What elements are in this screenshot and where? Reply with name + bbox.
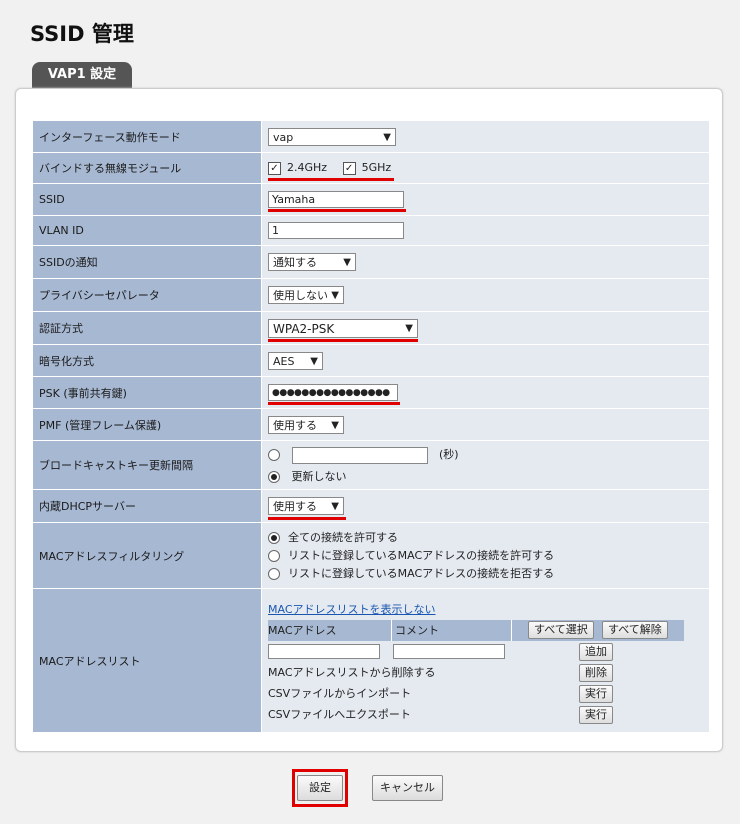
save-button[interactable]: 設定 bbox=[297, 775, 343, 801]
csv-import-label: CSVファイルからインポート bbox=[268, 687, 412, 700]
interface-mode-value: vap bbox=[273, 130, 294, 144]
broadcast-key-interval-radio[interactable] bbox=[268, 449, 280, 462]
broadcast-key-no-update-label: 更新しない bbox=[291, 469, 347, 483]
auth-method-label: 認証方式 bbox=[32, 311, 262, 345]
chevron-down-icon: ▼ bbox=[310, 355, 318, 367]
chevron-down-icon: ▼ bbox=[383, 131, 391, 143]
settings-table: インターフェース動作モード vap ▼ バインドする無線モジュール ✓ 2.4GH… bbox=[32, 120, 710, 733]
encryption-select[interactable]: AES ▼ bbox=[268, 351, 323, 370]
radio-module-label: バインドする無線モジュール bbox=[32, 152, 262, 184]
mac-filter-allow-list-radio[interactable] bbox=[268, 549, 280, 562]
psk-label: PSK (事前共有鍵) bbox=[32, 376, 262, 409]
auth-method-value: WPA2-PSK bbox=[273, 321, 335, 336]
dhcp-select[interactable]: 使用する ▼ bbox=[268, 497, 344, 515]
label-2-4ghz: 2.4GHz bbox=[287, 161, 328, 175]
broadcast-key-no-update-radio[interactable] bbox=[268, 470, 280, 483]
new-mac-address-input[interactable] bbox=[268, 644, 380, 659]
chevron-down-icon: ▼ bbox=[343, 257, 351, 268]
broadcast-key-label: ブロードキャストキー更新間隔 bbox=[32, 440, 262, 490]
checkbox-2-4ghz[interactable]: ✓ bbox=[268, 161, 281, 175]
page-title: SSID 管理 bbox=[30, 22, 134, 46]
mac-filter-allow-all-radio[interactable] bbox=[268, 531, 280, 544]
dhcp-label: 内蔵DHCPサーバー bbox=[32, 489, 262, 523]
tab-vap1-settings[interactable]: VAP1 設定 bbox=[32, 62, 132, 88]
interface-mode-label: インターフェース動作モード bbox=[32, 120, 262, 153]
chevron-down-icon: ▼ bbox=[331, 290, 339, 301]
csv-export-button[interactable]: 実行 bbox=[579, 706, 613, 724]
mac-filter-label: MACアドレスフィルタリング bbox=[32, 522, 262, 589]
label-5ghz: 5GHz bbox=[361, 161, 392, 175]
mac-filter-deny-list-radio[interactable] bbox=[268, 567, 280, 580]
mac-list-col-mac: MACアドレス bbox=[268, 624, 337, 637]
highlight-underline bbox=[268, 178, 394, 181]
chevron-down-icon: ▼ bbox=[331, 419, 339, 431]
mac-list-col-comment: コメント bbox=[395, 624, 439, 637]
settings-panel: インターフェース動作モード vap ▼ バインドする無線モジュール ✓ 2.4GH… bbox=[15, 88, 723, 752]
highlight-underline bbox=[268, 339, 418, 342]
dhcp-value: 使用する bbox=[273, 500, 317, 513]
broadcast-key-unit: (秒) bbox=[439, 448, 459, 462]
pmf-select[interactable]: 使用する ▼ bbox=[268, 415, 344, 434]
highlight-underline bbox=[268, 402, 400, 405]
chevron-down-icon: ▼ bbox=[331, 501, 339, 512]
deselect-all-button[interactable]: すべて解除 bbox=[602, 621, 668, 639]
privacy-separator-select[interactable]: 使用しない ▼ bbox=[268, 286, 344, 304]
vlan-id-label: VLAN ID bbox=[32, 215, 262, 246]
mac-filter-allow-list-label: リストに登録しているMACアドレスの接続を許可する bbox=[288, 548, 555, 562]
column-divider bbox=[511, 620, 512, 641]
mac-filter-allow-all-label: 全ての接続を許可する bbox=[288, 530, 398, 544]
auth-method-select[interactable]: WPA2-PSK ▼ bbox=[268, 318, 418, 338]
pmf-value: 使用する bbox=[273, 418, 317, 432]
psk-input[interactable]: ●●●●●●●●●●●●●●●● bbox=[268, 384, 398, 401]
encryption-label: 暗号化方式 bbox=[32, 344, 262, 377]
pmf-label: PMF (管理フレーム保護) bbox=[32, 408, 262, 441]
encryption-value: AES bbox=[273, 354, 295, 368]
delete-button[interactable]: 削除 bbox=[579, 664, 613, 682]
select-all-button[interactable]: すべて選択 bbox=[528, 621, 594, 639]
privacy-separator-value: 使用しない bbox=[273, 289, 328, 302]
privacy-separator-label: プライバシーセパレータ bbox=[32, 278, 262, 312]
ssid-notify-value: 通知する bbox=[273, 256, 317, 269]
mac-list-label: MACアドレスリスト bbox=[32, 588, 262, 733]
csv-import-button[interactable]: 実行 bbox=[579, 685, 613, 703]
chevron-down-icon: ▼ bbox=[405, 322, 413, 334]
mac-filter-deny-list-label: リストに登録しているMACアドレスの接続を拒否する bbox=[288, 566, 555, 580]
add-button[interactable]: 追加 bbox=[579, 643, 613, 661]
checkbox-5ghz[interactable]: ✓ bbox=[342, 161, 356, 175]
column-divider bbox=[391, 620, 392, 641]
highlight-underline bbox=[268, 209, 406, 212]
highlight-underline bbox=[268, 517, 346, 520]
ssid-input[interactable]: Yamaha bbox=[268, 191, 404, 208]
delete-from-list-label: MACアドレスリストから削除する bbox=[268, 666, 436, 679]
broadcast-key-interval-input[interactable] bbox=[291, 446, 428, 464]
cancel-button[interactable]: キャンセル bbox=[372, 775, 443, 801]
mac-list-header: MACアドレス コメント すべて選択 すべて解除 bbox=[268, 620, 684, 641]
new-mac-comment-input[interactable] bbox=[393, 644, 505, 659]
ssid-label: SSID bbox=[32, 183, 262, 216]
vlan-id-input[interactable]: 1 bbox=[268, 222, 404, 239]
interface-mode-select[interactable]: vap ▼ bbox=[268, 127, 396, 146]
mac-list-hide-link[interactable]: MACアドレスリストを表示しない bbox=[268, 603, 436, 616]
ssid-notify-select[interactable]: 通知する ▼ bbox=[268, 253, 356, 271]
csv-export-label: CSVファイルへエクスポート bbox=[268, 708, 411, 721]
ssid-notify-label: SSIDの通知 bbox=[32, 245, 262, 279]
